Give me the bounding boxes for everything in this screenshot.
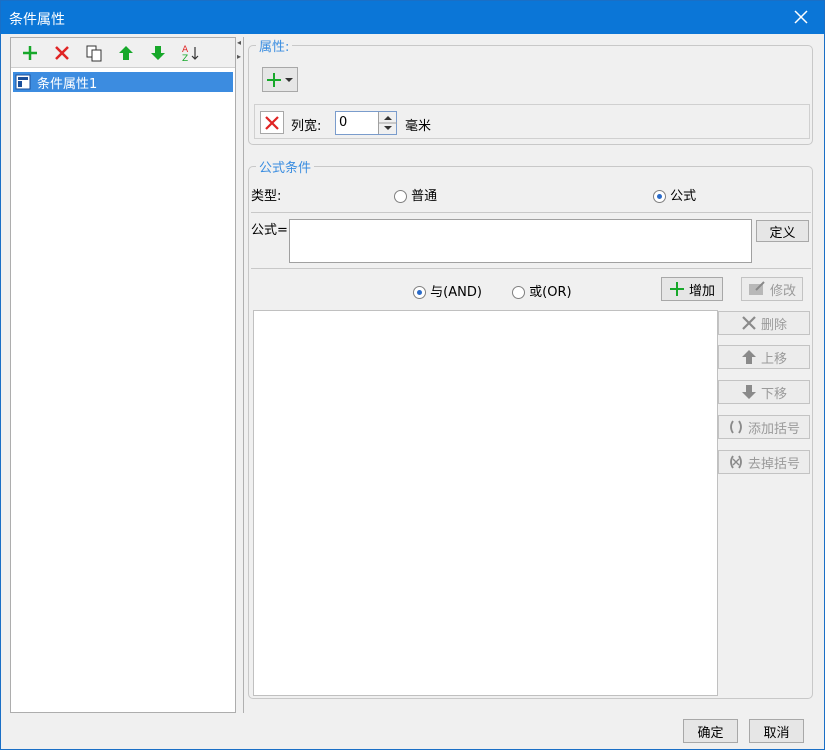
delete-property-button[interactable]: [260, 111, 284, 134]
add-bracket-label: 添加括号: [747, 421, 800, 437]
edit-condition-button[interactable]: 修改: [741, 277, 803, 301]
width-spinner[interactable]: [378, 112, 397, 134]
properties-group: 属性: 列宽: 0 毫米: [248, 36, 813, 145]
formula-label: 公式=: [251, 223, 288, 238]
list-item-label: 条件属性1: [37, 76, 98, 92]
add-icon[interactable]: [19, 42, 41, 64]
logic-option-or[interactable]: 或(OR): [512, 281, 572, 300]
column-width-input[interactable]: 0: [335, 111, 397, 135]
type-option-normal[interactable]: 普通: [394, 185, 437, 204]
ok-button[interactable]: 确定: [683, 719, 738, 743]
copy-icon[interactable]: [83, 42, 105, 64]
svg-text:Z: Z: [182, 54, 188, 62]
logic-option-and[interactable]: 与(AND): [413, 281, 482, 300]
delete-icon: [265, 115, 279, 130]
title-bar: 条件属性: [1, 1, 824, 34]
condition-list[interactable]: [253, 310, 718, 696]
add-condition-label: 增加: [688, 283, 715, 299]
edit-icon: [748, 281, 765, 295]
add-icon: [669, 282, 684, 296]
remove-brackets-icon: [730, 455, 742, 469]
list-toolbar: AZ: [11, 38, 235, 68]
brackets-icon: [730, 420, 742, 434]
column-width-value: 0: [339, 115, 348, 130]
delete-icon[interactable]: [51, 42, 73, 64]
separator: [251, 212, 811, 213]
type-label: 类型:: [251, 189, 282, 204]
move-up-label: 上移: [760, 351, 787, 367]
logic-option-or-label: 或(OR): [529, 285, 572, 300]
move-down-icon: [741, 385, 756, 399]
type-option-formula[interactable]: 公式: [653, 185, 696, 204]
property-row: 列宽: 0 毫米: [254, 104, 810, 139]
condition-list-panel: AZ 条件属性1: [10, 37, 236, 713]
panel-splitter[interactable]: ◂ ▸: [236, 37, 244, 713]
column-width-unit: 毫米: [405, 119, 432, 134]
add-dropdown-icon: [267, 72, 293, 87]
radio-and[interactable]: [413, 286, 426, 299]
move-down-label: 下移: [760, 386, 787, 402]
move-up-button[interactable]: 上移: [718, 345, 810, 369]
radio-normal[interactable]: [394, 190, 407, 203]
add-property-dropdown[interactable]: [262, 67, 298, 92]
properties-group-title: 属性:: [256, 36, 293, 55]
delete-icon: [742, 316, 756, 330]
type-option-normal-label: 普通: [411, 189, 438, 204]
add-bracket-button[interactable]: 添加括号: [718, 415, 810, 439]
column-width-label: 列宽:: [291, 119, 322, 134]
cancel-button[interactable]: 取消: [749, 719, 804, 743]
expand-right-icon[interactable]: ▸: [237, 53, 241, 61]
formula-condition-group: 公式条件 类型: 普通 公式 公式= 定义 与(AND) 或(OR) 增加 修改…: [248, 157, 813, 699]
list-item[interactable]: 条件属性1: [13, 72, 233, 92]
radio-formula[interactable]: [653, 190, 666, 203]
edit-condition-label: 修改: [769, 283, 796, 299]
dialog-window: 条件属性 AZ 条件属性1 ◂ ▸ 属性: 列宽: 0 毫米 公式条件 类型: …: [0, 0, 825, 750]
sort-icon[interactable]: AZ: [179, 42, 201, 64]
move-up-icon: [741, 350, 756, 364]
radio-or[interactable]: [512, 286, 525, 299]
window-title: 条件属性: [9, 12, 65, 28]
collapse-left-icon[interactable]: ◂: [237, 39, 241, 47]
remove-bracket-button[interactable]: 去掉括号: [718, 450, 810, 474]
spinner-arrows-icon: [379, 116, 397, 130]
condition-item-icon: [15, 74, 31, 90]
formula-input[interactable]: [289, 219, 752, 263]
logic-option-and-label: 与(AND): [430, 285, 482, 300]
delete-condition-label: 删除: [760, 317, 787, 333]
separator: [251, 268, 811, 269]
close-button[interactable]: [784, 4, 818, 30]
add-condition-button[interactable]: 增加: [661, 277, 723, 301]
formula-group-title: 公式条件: [256, 157, 315, 176]
type-option-formula-label: 公式: [670, 189, 697, 204]
close-icon: [794, 10, 808, 24]
move-down-icon[interactable]: [147, 42, 169, 64]
define-button[interactable]: 定义: [756, 220, 809, 242]
move-up-icon[interactable]: [115, 42, 137, 64]
remove-bracket-label: 去掉括号: [747, 456, 800, 472]
move-down-button[interactable]: 下移: [718, 380, 810, 404]
delete-condition-button[interactable]: 删除: [718, 311, 810, 335]
